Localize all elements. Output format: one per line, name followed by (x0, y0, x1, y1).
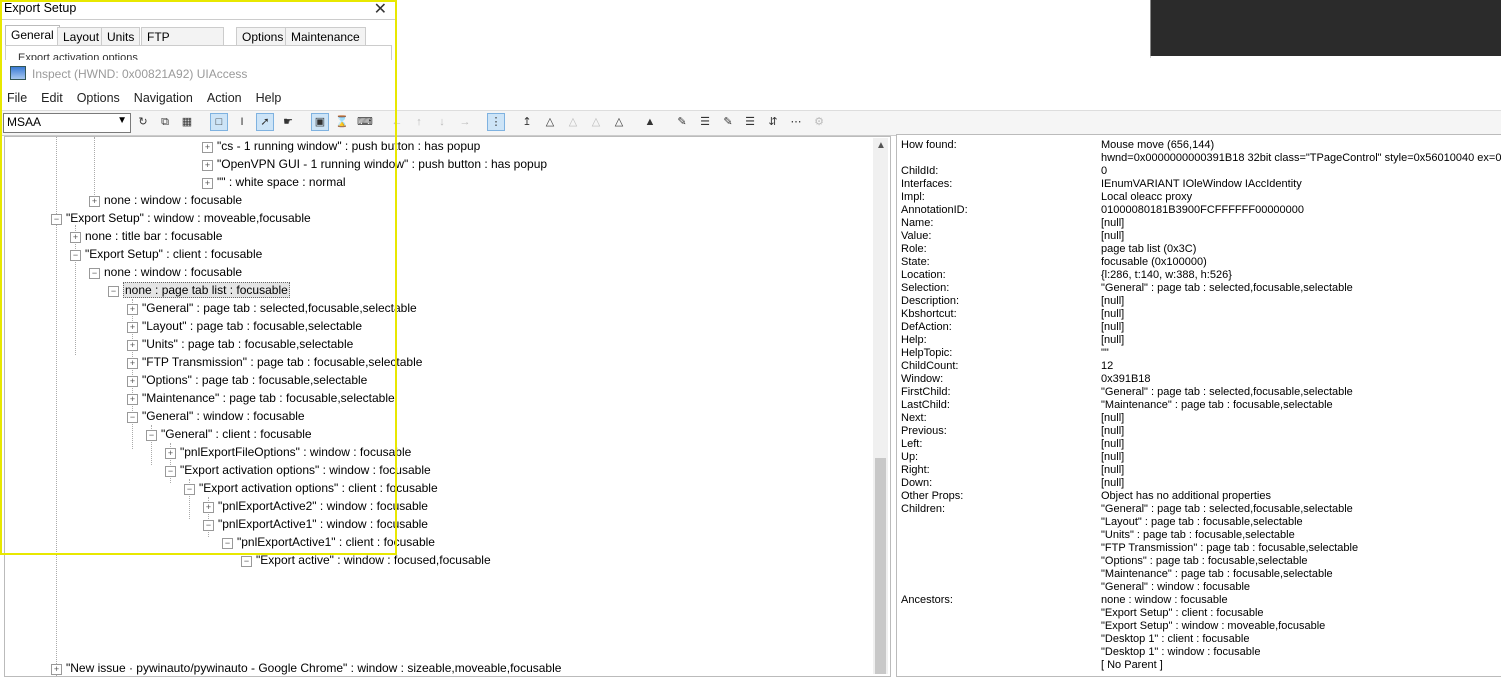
export-setup-window-highlight (0, 0, 397, 555)
property-name: Ancestors: (901, 594, 953, 606)
property-value: [null] (1101, 438, 1125, 450)
list-sort-icon[interactable]: ⇵ (764, 113, 782, 131)
property-value: [ No Parent ] (1101, 659, 1163, 671)
property-value: 0 (1101, 165, 1108, 177)
property-name: Other Props: (901, 490, 964, 502)
property-value: "Layout" : page tab : focusable,selectab… (1101, 516, 1303, 528)
property-value: "General" : page tab : selected,focusabl… (1101, 282, 1353, 294)
navigate-tree-icon[interactable]: ▲ (641, 113, 659, 131)
property-value: [null] (1101, 451, 1125, 463)
arrow-down-icon[interactable]: ↓ (433, 113, 451, 131)
property-value: [null] (1101, 295, 1125, 307)
tree-item[interactable]: + "New issue · pywinauto/pywinauto - Goog… (51, 659, 562, 676)
properties-pane[interactable]: How found: Mouse move (656,144) hwnd=0x000… (896, 134, 1501, 677)
tree-scrollbar[interactable]: ▲ (873, 138, 888, 674)
collapse-icon[interactable]: − (241, 556, 252, 567)
property-value: "General" : page tab : selected,focusabl… (1101, 386, 1353, 398)
navigate-prev-icon[interactable]: △ (587, 113, 605, 131)
property-name: Selection: (901, 282, 950, 294)
scroll-up-icon[interactable]: ▲ (876, 140, 886, 151)
property-value: [null] (1101, 464, 1125, 476)
property-value: hwnd=0x0000000000391B18 32bit class="TPa… (1101, 152, 1501, 164)
scrollbar-thumb[interactable] (875, 458, 886, 674)
property-name: Children: (901, 503, 946, 515)
property-name: LastChild: (901, 399, 950, 411)
property-value: Object has no additional properties (1101, 490, 1271, 502)
edit-list-icon[interactable]: ✎ (719, 113, 737, 131)
tree-item-label: "New issue · pywinauto/pywinauto - Googl… (66, 661, 562, 675)
property-value: "General" : page tab : selected,focusabl… (1101, 503, 1353, 515)
property-value: "Options" : page tab : focusable,selecta… (1101, 555, 1308, 567)
list-more-icon[interactable]: ⋯ (787, 113, 805, 131)
property-value: [null] (1101, 308, 1125, 320)
property-value: [null] (1101, 321, 1125, 333)
property-value: Local oleacc proxy (1101, 191, 1193, 203)
property-value: "Desktop 1" : client : focusable (1101, 633, 1250, 645)
tree-view-icon[interactable]: ⋮ (487, 113, 505, 131)
property-name: ChildCount: (901, 360, 959, 372)
property-value: [null] (1101, 425, 1125, 437)
property-value: "Maintenance" : page tab : focusable,sel… (1101, 399, 1333, 411)
property-value: {l:286, t:140, w:388, h:526} (1101, 269, 1232, 281)
property-value: none : window : focusable (1101, 594, 1228, 606)
property-value: "General" : window : focusable (1101, 581, 1251, 593)
property-value: [null] (1101, 412, 1125, 424)
property-name: Help: (901, 334, 927, 346)
property-name: DefAction: (901, 321, 952, 333)
property-name: AnnotationID: (901, 204, 968, 216)
property-name: Value: (901, 230, 932, 242)
navigate-first-child-icon[interactable]: △ (541, 113, 559, 131)
property-name: HelpTopic: (901, 347, 953, 359)
property-name: Role: (901, 243, 927, 255)
property-value: IEnumVARIANT IOleWindow IAccIdentity (1101, 178, 1302, 190)
property-value: "FTP Transmission" : page tab : focusabl… (1101, 542, 1359, 554)
property-name: Right: (901, 464, 930, 476)
property-value: 12 (1101, 360, 1114, 372)
navigate-last-child-icon[interactable]: △ (610, 113, 628, 131)
property-value: "" (1101, 347, 1109, 359)
arrow-right-icon[interactable]: → (456, 113, 474, 131)
list-icon[interactable]: ☰ (696, 113, 714, 131)
property-value: [null] (1101, 230, 1125, 242)
property-value: page tab list (0x3C) (1101, 243, 1197, 255)
property-name: Interfaces: (901, 178, 953, 190)
property-name: ChildId: (901, 165, 939, 177)
property-name: Description: (901, 295, 960, 307)
property-name: Previous: (901, 425, 947, 437)
property-name: Impl: (901, 191, 925, 203)
navigate-next-icon[interactable]: △ (564, 113, 582, 131)
property-value: focusable (0x100000) (1101, 256, 1207, 268)
background-dark-window (1150, 0, 1501, 56)
expand-icon[interactable]: + (51, 664, 62, 675)
navigate-parent-icon[interactable]: ↥ (518, 113, 536, 131)
list-check-icon[interactable]: ☰ (741, 113, 759, 131)
property-name: Up: (901, 451, 919, 463)
property-name: Location: (901, 269, 946, 281)
property-name: State: (901, 256, 930, 268)
property-name: Kbshortcut: (901, 308, 957, 320)
property-name: FirstChild: (901, 386, 951, 398)
property-value: "Export Setup" : window : moveable,focus… (1101, 620, 1326, 632)
property-value: "Desktop 1" : window : focusable (1101, 646, 1261, 658)
property-value: "Maintenance" : page tab : focusable,sel… (1101, 568, 1333, 580)
settings-icon[interactable]: ⚙ (810, 113, 828, 131)
property-value: "Units" : page tab : focusable,selectabl… (1101, 529, 1295, 541)
property-name: Next: (901, 412, 927, 424)
property-name: Down: (901, 477, 933, 489)
property-name: How found: (901, 139, 957, 151)
property-name: Left: (901, 438, 923, 450)
property-value: [null] (1101, 217, 1125, 229)
default-action-icon[interactable]: ✎ (673, 113, 691, 131)
property-name: Window: (901, 373, 944, 385)
property-value: "Export Setup" : client : focusable (1101, 607, 1264, 619)
arrow-up-icon[interactable]: ↑ (410, 113, 428, 131)
property-value: Mouse move (656,144) (1101, 139, 1215, 151)
property-value: [null] (1101, 334, 1125, 346)
property-value: 0x391B18 (1101, 373, 1151, 385)
property-name: Name: (901, 217, 934, 229)
tree-item-label: "Export active" : window : focused,focus… (256, 553, 491, 567)
property-value: 01000080181B3900FCFFFFFF00000000 (1101, 204, 1305, 216)
property-value: [null] (1101, 477, 1125, 489)
